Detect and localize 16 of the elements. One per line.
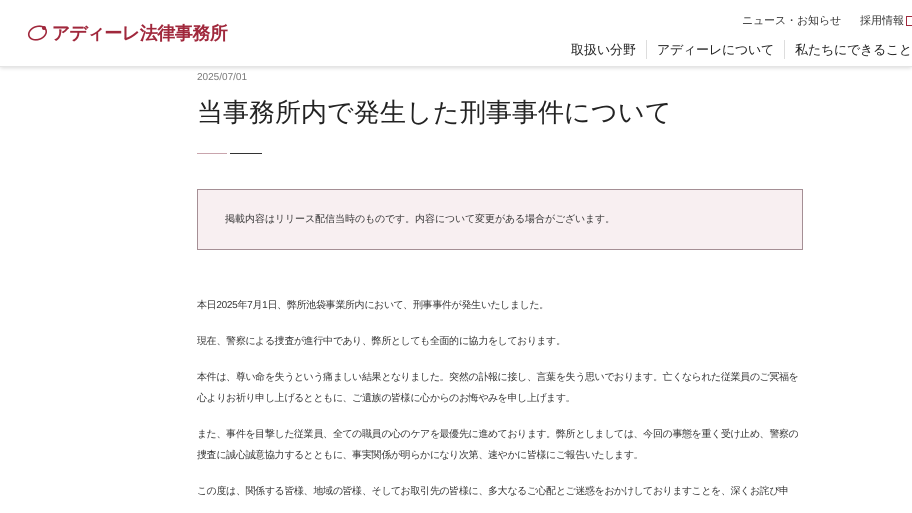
nav-link[interactable]: アディーレについて xyxy=(646,40,784,59)
utility-link[interactable]: 採用情報 xyxy=(860,13,904,30)
external-link-icon xyxy=(906,16,912,26)
notice-text: 掲載内容はリリース配信当時のものです。内容について変更がある場合がございます。 xyxy=(225,212,615,227)
article-title: 当事務所内で発生した刑事事件について xyxy=(197,97,673,129)
logo-icon xyxy=(27,24,48,42)
logo-text[interactable]: アディーレ法律事務所 xyxy=(52,20,228,46)
body-paragraph: 現在、警察による捜査が進行中であり、弊所としても全面的に協力をしております。 xyxy=(197,334,567,349)
article-date: 2025/07/01 xyxy=(197,71,248,85)
body-paragraph: また、事件を目撃した従業員、全ての職員の心のケアを最優先に進めております。弊所としましては、今回の事態を重く受け止め、警察の捜査に誠心誠意協力するとともに、事実関係が明らかになり次第、速やかに皆様にご報告いたします。 xyxy=(197,428,800,463)
nav-link[interactable]: 取扱い分野 xyxy=(571,40,646,59)
body-paragraph: 本日2025年7月1日、弊所池袋事業所内において、刑事事件が発生いたしました。 xyxy=(197,298,550,313)
nav-link[interactable]: 私たちにできること xyxy=(784,40,912,59)
utility-link[interactable]: ニュース・お知らせ xyxy=(742,13,841,30)
body-paragraph: 本件は、尊い命を失うという痛ましい結果となりました。突然の訃報に接し、言葉を失う思いでおります。亡くなられた従業員のご冥福を心よりお祈り申し上げるとともに、ご遺族の皆様に心からのお悔やみを申し上げます。 xyxy=(197,370,800,406)
body-paragraph: この度は、関係する皆様、地域の皆様、そしてお取引先の皆様に、多大なるご心配とご迷惑をおかけしておりますことを、深くお詫び申 xyxy=(197,484,790,499)
